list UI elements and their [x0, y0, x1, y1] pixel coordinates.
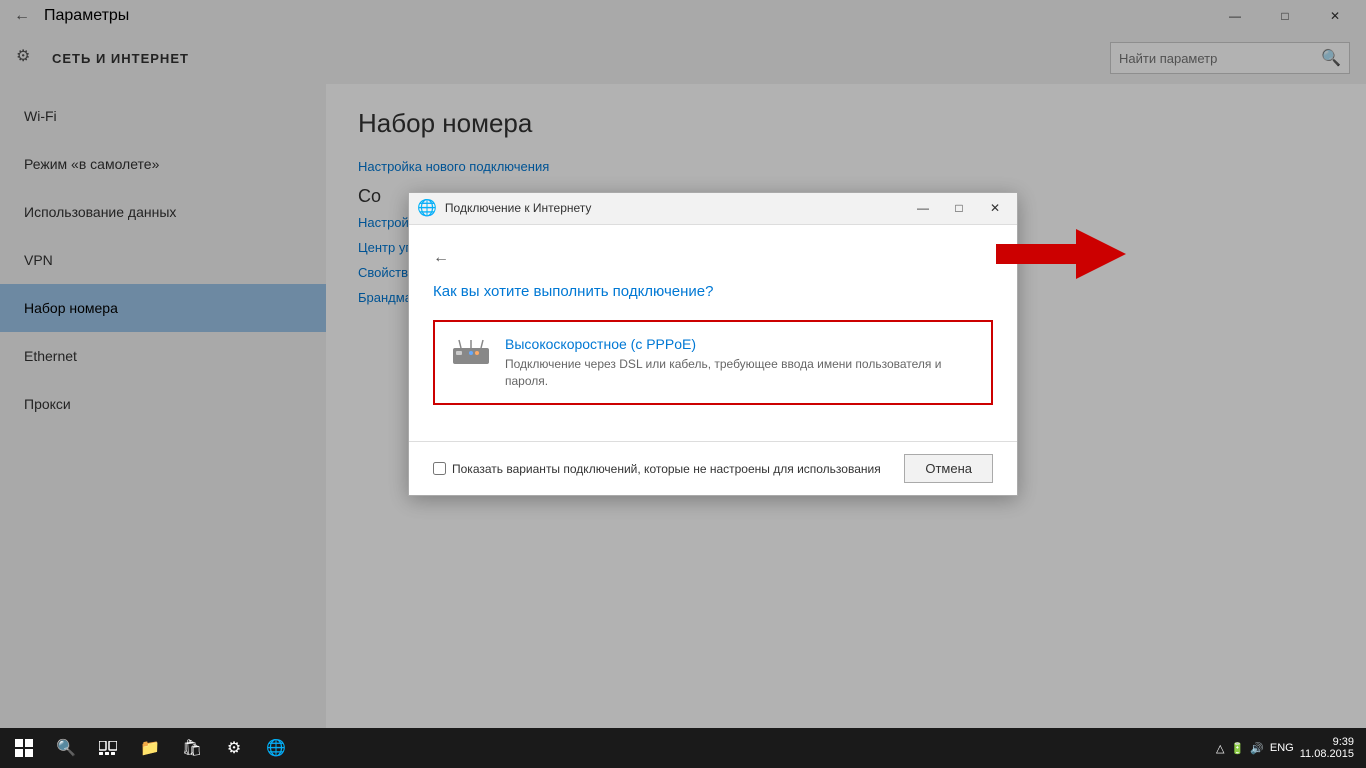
- connection-option-pppoe[interactable]: Высокоскоростное (с PPPoE) Подключение ч…: [433, 320, 993, 406]
- taskbar: 🔍 📁 🛍 ⚙ 🌐 △ 🔋 🔊 ENG 9:39 11.08.2015: [0, 728, 1366, 768]
- connection-title: Высокоскоростное (с PPPoE): [505, 336, 975, 352]
- notification-icon: △: [1216, 742, 1224, 755]
- modal-question: Как вы хотите выполнить подключение?: [433, 283, 993, 300]
- modal-overlay: 🌐 Подключение к Интернету — □ ✕ ← Как вы…: [0, 0, 1366, 768]
- modal-footer: Показать варианты подключений, которые н…: [409, 441, 1017, 495]
- checkbox-area[interactable]: Показать варианты подключений, которые н…: [433, 462, 881, 476]
- battery-icon: 🔋: [1231, 742, 1245, 755]
- start-button[interactable]: [4, 728, 44, 768]
- pppoe-icon: [451, 338, 491, 375]
- taskbar-right: △ 🔋 🔊 ENG 9:39 11.08.2015: [1216, 736, 1362, 760]
- modal-cancel-area: Отмена: [904, 454, 993, 483]
- search-taskbar-button[interactable]: 🔍: [46, 728, 86, 768]
- show-options-checkbox[interactable]: [433, 462, 446, 475]
- system-clock: 9:39 11.08.2015: [1300, 736, 1354, 760]
- modal-nav: ←: [433, 249, 993, 267]
- connection-info: Высокоскоростное (с PPPoE) Подключение ч…: [505, 336, 975, 390]
- clock-time: 9:39: [1333, 736, 1354, 748]
- modal-minimize-button[interactable]: —: [909, 194, 937, 222]
- settings-taskbar-button[interactable]: ⚙: [214, 728, 254, 768]
- edge-button[interactable]: 🌐: [256, 728, 296, 768]
- modal-back-button[interactable]: ←: [433, 249, 449, 267]
- modal-dialog: 🌐 Подключение к Интернету — □ ✕ ← Как вы…: [408, 192, 1018, 497]
- modal-titlebar: 🌐 Подключение к Интернету — □ ✕: [409, 193, 1017, 225]
- language-indicator: ENG: [1270, 742, 1294, 754]
- file-explorer-button[interactable]: 📁: [130, 728, 170, 768]
- checkbox-label: Показать варианты подключений, которые н…: [452, 462, 881, 476]
- red-arrow-indicator: [996, 224, 1126, 289]
- cancel-button[interactable]: Отмена: [904, 454, 993, 483]
- modal-title: Подключение к Интернету: [445, 201, 901, 215]
- task-view-button[interactable]: [88, 728, 128, 768]
- store-button[interactable]: 🛍: [172, 728, 212, 768]
- modal-close-button[interactable]: ✕: [981, 194, 1009, 222]
- modal-maximize-button[interactable]: □: [945, 194, 973, 222]
- clock-date: 11.08.2015: [1300, 748, 1354, 760]
- volume-icon: 🔊: [1250, 742, 1264, 755]
- connection-desc: Подключение через DSL или кабель, требую…: [505, 356, 975, 390]
- modal-icon: 🌐: [417, 198, 437, 218]
- modal-content: ← Как вы хотите выполнить подключение?: [409, 225, 1017, 442]
